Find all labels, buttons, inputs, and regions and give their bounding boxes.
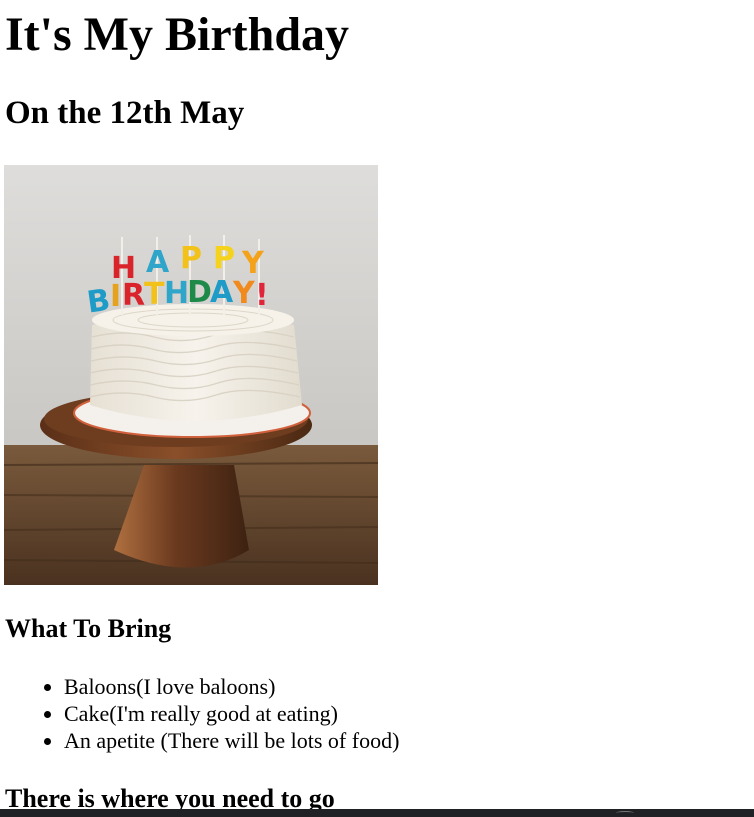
- svg-text:A: A: [146, 245, 170, 280]
- list-item: Baloons(I love baloons): [64, 673, 399, 700]
- bottom-bar: [0, 809, 754, 817]
- svg-text:D: D: [187, 275, 212, 310]
- svg-text:Y: Y: [232, 276, 256, 311]
- svg-text:H: H: [164, 276, 189, 311]
- party-date: On the 12th May: [5, 95, 245, 131]
- svg-text:I: I: [110, 279, 121, 314]
- svg-text:P: P: [213, 241, 235, 276]
- page-title: It's My Birthday: [5, 8, 350, 61]
- chevron-up-icon[interactable]: [616, 811, 634, 815]
- cake-photo-svg: H A P P Y B I R T H D A Y !: [4, 165, 378, 585]
- birthday-cake-image: H A P P Y B I R T H D A Y !: [4, 165, 378, 585]
- bring-list: Baloons(I love baloons) Cake(I'm really …: [24, 673, 399, 754]
- svg-text:T: T: [144, 277, 165, 312]
- list-item: Cake(I'm really good at eating): [64, 700, 399, 727]
- svg-text:B: B: [85, 283, 113, 321]
- birthday-page: It's My Birthday On the 12th May H A P P…: [0, 0, 754, 817]
- svg-text:!: !: [255, 278, 269, 313]
- svg-text:P: P: [180, 241, 202, 276]
- list-item: An apetite (There will be lots of food): [64, 727, 399, 754]
- what-to-bring-heading: What To Bring: [5, 614, 172, 643]
- svg-text:R: R: [122, 278, 145, 313]
- svg-text:A: A: [210, 275, 234, 310]
